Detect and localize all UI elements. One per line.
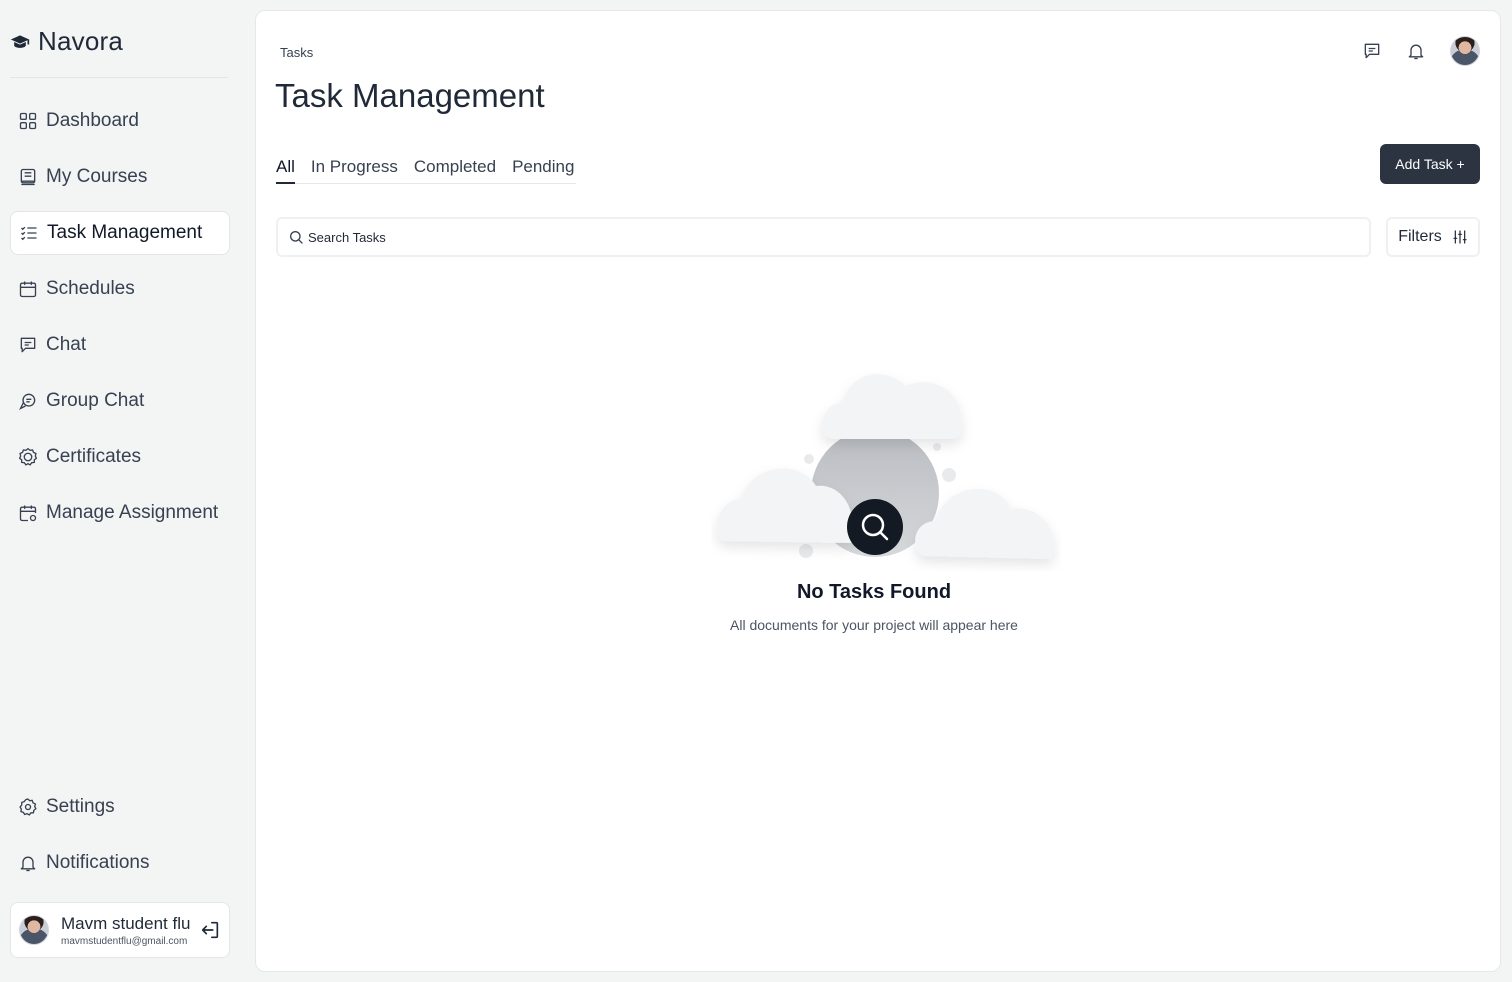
- sidebar-nav: Dashboard My Courses Task Management Sch…: [10, 99, 230, 547]
- user-card[interactable]: Mavm student flu mavmstudentflu@gmail.co…: [10, 902, 230, 958]
- app-root: Navora Dashboard My Courses Task Managem…: [0, 0, 1512, 982]
- chat-icon: [20, 337, 36, 353]
- sidebar-item-manage-assignment[interactable]: Manage Assignment: [10, 491, 230, 535]
- sidebar-item-group-chat[interactable]: Group Chat: [10, 379, 230, 423]
- avatar[interactable]: [19, 915, 49, 945]
- tab-pending[interactable]: Pending: [512, 157, 574, 183]
- sidebar-item-certificates[interactable]: Certificates: [10, 435, 230, 479]
- main-panel: Tasks Task Management All In Progress Co…: [255, 10, 1501, 972]
- bell-icon: [20, 856, 36, 872]
- sidebar-item-label: My Courses: [46, 166, 148, 187]
- grid-icon: [19, 112, 37, 130]
- filters-button[interactable]: Filters: [1386, 217, 1480, 257]
- calendar-icon: [19, 281, 37, 298]
- gear-icon: [19, 798, 37, 816]
- sliders-icon: [1453, 230, 1467, 244]
- sidebar-item-task-management[interactable]: Task Management: [10, 211, 230, 255]
- sidebar-item-label: Notifications: [46, 852, 150, 873]
- chat-icon[interactable]: [1362, 41, 1382, 61]
- sidebar-bottom-nav: Settings Notifications: [10, 785, 230, 897]
- sidebar-item-notifications[interactable]: Notifications: [10, 841, 230, 885]
- checklist-icon: [21, 226, 37, 241]
- sidebar-item-label: Certificates: [46, 446, 142, 467]
- empty-illustration: [716, 374, 1055, 559]
- divider: [10, 77, 228, 78]
- tab-in-progress[interactable]: In Progress: [311, 157, 398, 183]
- search-box: [276, 217, 1371, 257]
- user-email: mavmstudentflu@gmail.com: [61, 935, 188, 947]
- sidebar-item-label: Dashboard: [46, 110, 139, 131]
- sidebar-item-my-courses[interactable]: My Courses: [10, 155, 230, 199]
- empty-state-title: No Tasks Found: [796, 581, 952, 603]
- sidebar: Navora Dashboard My Courses Task Managem…: [0, 0, 244, 982]
- book-icon: [20, 168, 36, 186]
- sidebar-item-schedules[interactable]: Schedules: [10, 267, 230, 311]
- breadcrumb[interactable]: Tasks: [280, 45, 313, 60]
- sidebar-item-label: Group Chat: [46, 390, 145, 411]
- app-name: Navora: [38, 26, 124, 56]
- sidebar-item-chat[interactable]: Chat: [10, 323, 230, 367]
- sidebar-item-label: Settings: [46, 796, 115, 817]
- header-actions: [1362, 36, 1480, 66]
- logout-icon[interactable]: [199, 919, 221, 941]
- sidebar-item-label: Task Management: [47, 222, 203, 243]
- user-name: Mavm student flu: [61, 913, 191, 933]
- empty-state-subtitle: All documents for your project will appe…: [730, 617, 1018, 633]
- search-icon: [290, 231, 303, 244]
- search-input[interactable]: [308, 222, 1369, 252]
- group-chat-icon: [19, 393, 36, 410]
- add-task-button[interactable]: Add Task +: [1380, 144, 1480, 184]
- graduation-cap-icon: [10, 34, 30, 48]
- empty-state: No Tasks Found All documents for your pr…: [256, 341, 1492, 641]
- filters-label: Filters: [1398, 228, 1442, 245]
- sidebar-item-label: Manage Assignment: [46, 502, 219, 523]
- task-tabs: All In Progress Completed Pending: [276, 157, 577, 184]
- page-title: Task Management: [275, 77, 545, 114]
- tab-completed[interactable]: Completed: [414, 157, 496, 183]
- tab-all[interactable]: All: [276, 157, 295, 184]
- avatar[interactable]: [1450, 36, 1480, 66]
- bell-icon[interactable]: [1406, 41, 1426, 61]
- calendar-edit-icon: [19, 505, 37, 522]
- sidebar-item-settings[interactable]: Settings: [10, 785, 230, 829]
- badge-icon: [18, 447, 38, 466]
- user-info: Mavm student flu mavmstudentflu@gmail.co…: [61, 914, 199, 947]
- sidebar-item-label: Chat: [46, 334, 87, 355]
- logo[interactable]: Navora: [10, 26, 123, 57]
- sidebar-item-dashboard[interactable]: Dashboard: [10, 99, 230, 143]
- sidebar-item-label: Schedules: [46, 278, 135, 299]
